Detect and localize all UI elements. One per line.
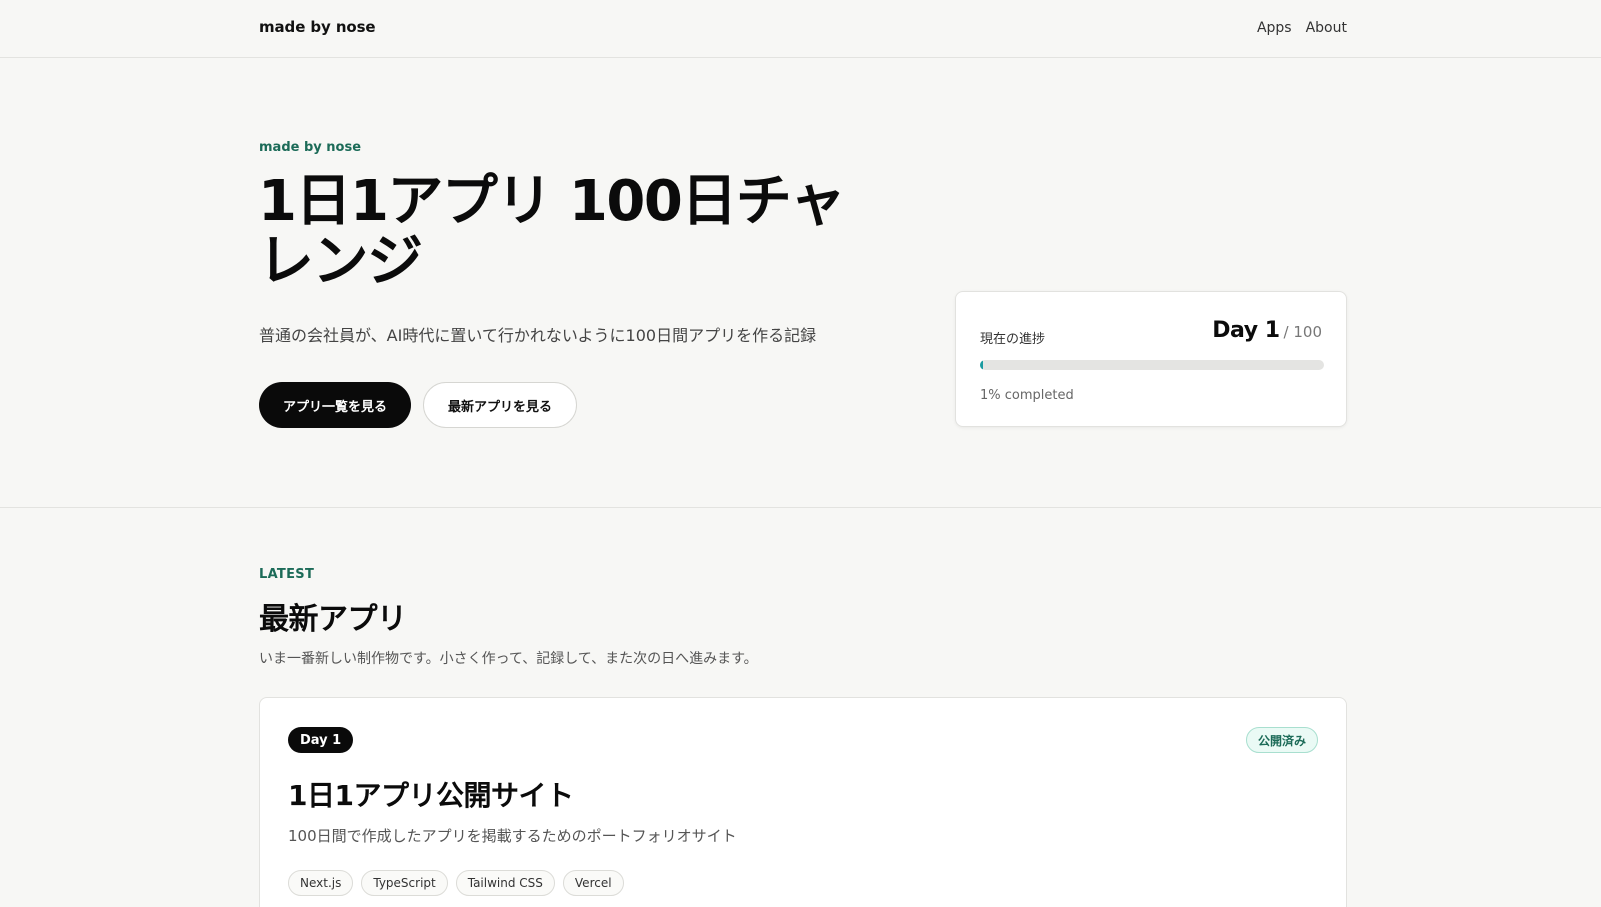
app-title[interactable]: 1日1アプリ公開サイト xyxy=(288,774,574,814)
site-header: made by nose Apps About xyxy=(0,0,1601,58)
progress-bar-fill xyxy=(980,360,984,370)
progress-bar xyxy=(980,360,1324,370)
hero-title: 1日1アプリ 100日チャレンジ xyxy=(258,169,846,294)
page: made by nose Apps About made by nose 1日1… xyxy=(0,0,1601,907)
brand-logo-link[interactable]: made by nose xyxy=(259,18,376,36)
hero-eyebrow: made by nose xyxy=(259,140,362,155)
view-latest-app-button[interactable]: 最新アプリを見る xyxy=(423,382,577,428)
app-description: 100日間で作成したアプリを掲載するためのポートフォリオサイト xyxy=(288,827,737,845)
tech-tags: Next.js TypeScript Tailwind CSS Vercel xyxy=(288,870,624,896)
day-badge: Day 1 xyxy=(288,727,354,753)
tech-tag: Next.js xyxy=(288,870,354,896)
section-divider xyxy=(0,507,1601,508)
tech-tag: TypeScript xyxy=(361,870,448,896)
progress-label: 現在の進捗 xyxy=(980,332,1046,347)
nav-link-about[interactable]: About xyxy=(1306,20,1347,36)
latest-subtitle: いま一番新しい制作物です。小さく作って、記録して、また次の日へ進みます。 xyxy=(259,651,758,667)
progress-status: 1% completed xyxy=(980,388,1074,403)
tech-tag: Tailwind CSS xyxy=(455,870,555,896)
hero-subtitle: 普通の会社員が、AI時代に置いて行かれないように100日間アプリを作る記録 xyxy=(259,326,817,345)
top-nav: Apps About xyxy=(1257,20,1347,36)
nav-link-apps[interactable]: Apps xyxy=(1257,20,1292,36)
view-app-list-button[interactable]: アプリ一覧を見る xyxy=(259,382,411,428)
status-badge: 公開済み xyxy=(1245,727,1318,753)
progress-card: 現在の進捗 Day 1 / 100 1% completed xyxy=(955,291,1347,427)
latest-app-card[interactable]: Day 1 公開済み 1日1アプリ公開サイト 100日間で作成したアプリを掲載す… xyxy=(259,697,1347,907)
progress-day: Day 1 / 100 xyxy=(1212,318,1322,343)
latest-eyebrow: LATEST xyxy=(259,567,315,582)
progress-day-number: Day 1 xyxy=(1212,318,1280,343)
tech-tag: Vercel xyxy=(562,870,624,896)
latest-title: 最新アプリ xyxy=(259,602,407,637)
progress-day-total: / 100 xyxy=(1283,323,1322,341)
